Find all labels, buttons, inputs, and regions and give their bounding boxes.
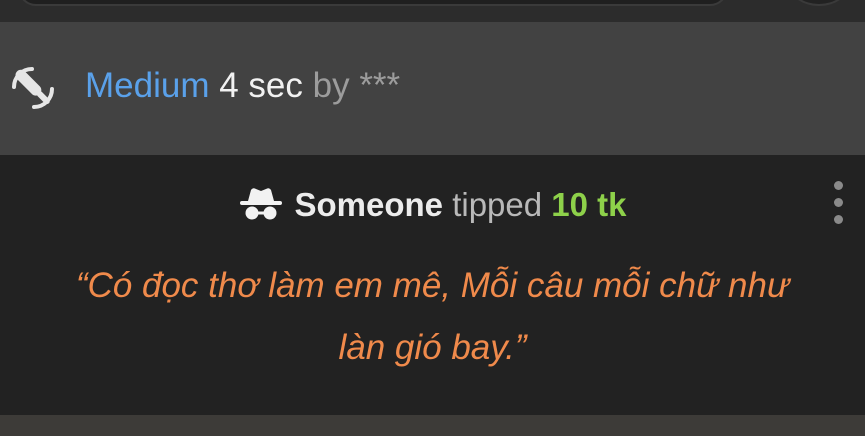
vibration-level: Medium	[85, 66, 210, 105]
previous-round-button[interactable]	[788, 0, 850, 6]
bottom-strip	[0, 415, 865, 436]
tipper-name: Someone	[294, 186, 444, 223]
top-strip	[0, 0, 865, 22]
tip-message: “Có đọc thơ làm em mê, Mỗi câu mỗi chữ n…	[75, 266, 790, 367]
vibration-event-row: Medium 4 sec by ***	[0, 22, 865, 155]
previous-input-field[interactable]	[18, 0, 728, 6]
tip-header: Someone tipped 10 tk	[0, 185, 865, 225]
incognito-icon	[240, 188, 283, 220]
vibration-tipper: ***	[359, 66, 401, 105]
vibration-description: Medium 4 sec by ***	[85, 66, 400, 106]
vibration-wand-icon	[12, 67, 54, 109]
tipped-label: tipped	[452, 186, 543, 223]
vibration-duration: 4 sec	[219, 66, 303, 105]
by-label: by	[312, 66, 350, 105]
tip-message-card: Someone tipped 10 tk “Có đọc thơ làm em …	[0, 155, 865, 415]
more-vertical-icon[interactable]	[828, 181, 846, 225]
tip-amount: 10 tk	[551, 186, 627, 223]
